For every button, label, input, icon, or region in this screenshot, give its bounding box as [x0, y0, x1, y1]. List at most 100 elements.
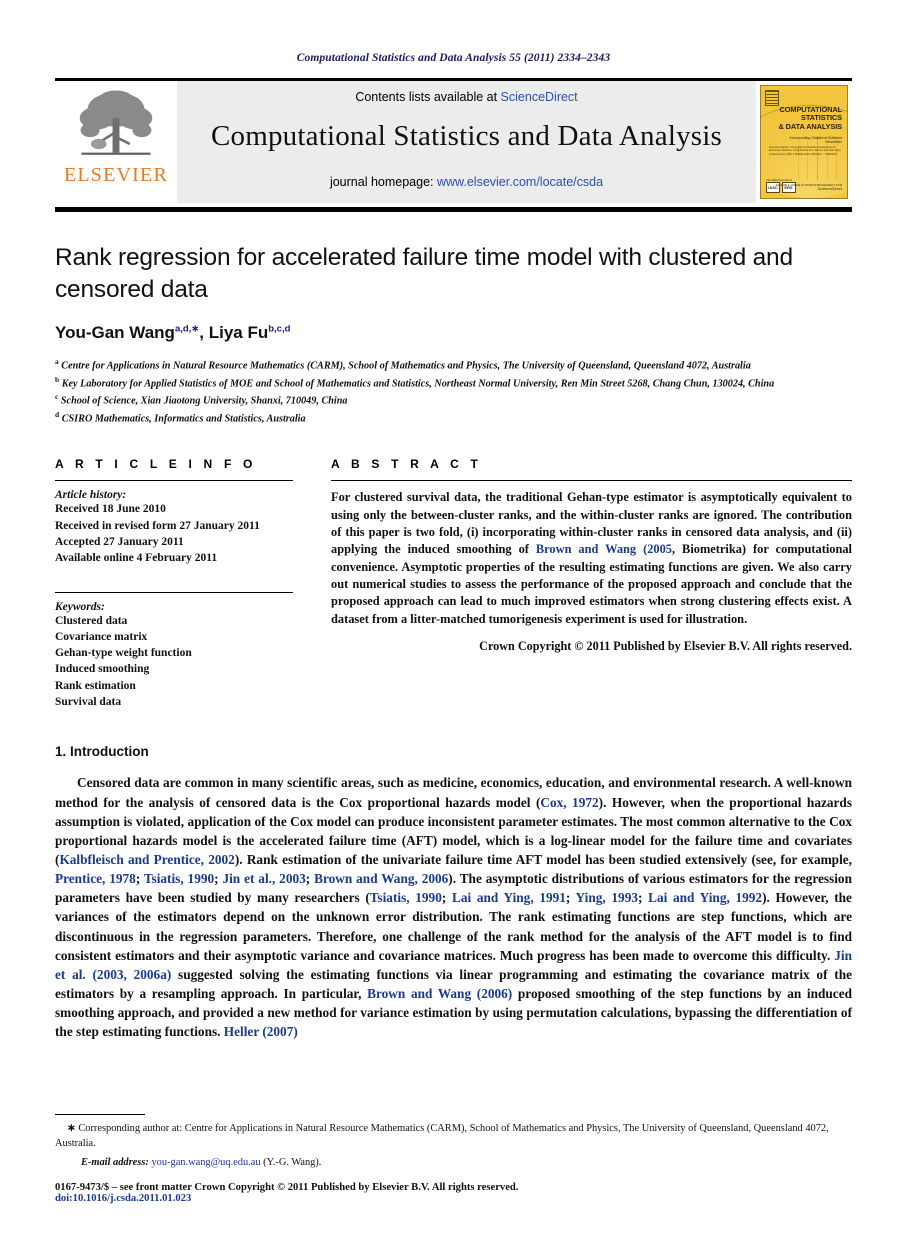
abstract-rule: [331, 480, 852, 482]
affiliation-text-c: School of Science, Xian Jiaotong Univers…: [60, 395, 348, 407]
cover-subtitle: Incorporating Statistical Software Newsl…: [789, 136, 842, 144]
affiliation-text-a: Centre for Applications in Natural Resou…: [61, 360, 751, 372]
article-info-heading: A R T I C L E I N F O: [55, 457, 257, 472]
journal-homepage-link[interactable]: www.elsevier.com/locate/csda: [437, 175, 603, 189]
affiliation-mark-b: b: [55, 374, 60, 384]
article-info-spacer: [55, 567, 293, 583]
page-footnotes: ∗ Corresponding author at: Centre for Ap…: [55, 1114, 852, 1204]
introduction-section: 1. Introduction Censored data are common…: [55, 744, 852, 1041]
issn-copyright-line: 0167-9473/$ – see front matter Crown Cop…: [55, 1182, 519, 1193]
affiliation-mark-a: a: [55, 356, 59, 366]
cover-sciencedirect-mark: AVAILABLE ONLINE AT WWW.SCIENCEDIRECT.CO…: [775, 184, 842, 192]
title-block: Rank regression for accelerated failure …: [55, 242, 852, 343]
article-history-revised: Received in revised form 27 January 2011: [55, 519, 260, 532]
email-note: E-mail address: you-gan.wang@uq.edu.au (…: [55, 1157, 852, 1168]
footnote-rule: [55, 1114, 145, 1116]
corresponding-author-text: Corresponding author at: Centre for Appl…: [55, 1123, 829, 1150]
journal-cover-box: COMPUTATIONAL STATISTICS & DATA ANALYSIS…: [756, 78, 852, 203]
keyword-item: Covariance matrix: [55, 630, 148, 643]
intro-text-j: ;: [638, 890, 649, 906]
affiliation-text-b: Key Laboratory for Applied Statistics of…: [61, 377, 775, 389]
introduction-heading: 1. Introduction: [55, 744, 149, 760]
abstract-heading: A B S T R A C T: [331, 457, 482, 472]
citation-kalbfleisch-prentice[interactable]: Kalbfleisch and Prentice, 2002: [59, 852, 234, 867]
elsevier-tree-icon: [79, 90, 153, 155]
sciencedirect-link[interactable]: ScienceDirect: [501, 90, 578, 104]
affiliation-c: c School of Science, Xian Jiaotong Unive…: [55, 392, 852, 409]
citation-cox-1972[interactable]: Cox, 1972: [540, 795, 598, 810]
intro-text-i: ;: [565, 890, 576, 906]
affiliation-mark-d: d: [55, 410, 60, 420]
introduction-paragraph-1: Censored data are common in many scienti…: [55, 773, 852, 1041]
email-label: E-mail address:: [81, 1157, 149, 1168]
intro-text-d: ;: [135, 871, 144, 887]
email-suffix: (Y.-G. Wang).: [260, 1157, 322, 1168]
article-history-online: Available online 4 February 2011: [55, 552, 218, 565]
abstract-copyright: Crown Copyright © 2011 Published by Else…: [479, 639, 852, 654]
abstract-citation-brown-wang[interactable]: Brown and Wang (2005: [536, 542, 672, 556]
keyword-item: Gehan-type weight function: [55, 647, 192, 660]
article-history-label: Article history:: [55, 489, 127, 502]
affiliation-d: d CSIRO Mathematics, Informatics and Sta…: [55, 410, 852, 427]
journal-title: Computational Statistics and Data Analys…: [210, 120, 722, 152]
affiliation-text-d: CSIRO Mathematics, Informatics and Stati…: [61, 413, 306, 425]
citation-lai-ying-1991[interactable]: Lai and Ying, 1991: [452, 890, 566, 905]
abstract-column: A B S T R A C T For clustered survival d…: [293, 457, 852, 710]
article-info-rule: [55, 480, 293, 482]
affiliation-b: b Key Laboratory for Applied Statistics …: [55, 375, 852, 392]
article-history-received: Received 18 June 2010: [55, 503, 166, 516]
citation-jin-2003[interactable]: Jin et al., 2003: [222, 871, 305, 886]
masthead-bottom-rule: [55, 207, 852, 212]
citation-brown-wang-2006-b[interactable]: Brown and Wang (2006): [367, 986, 512, 1001]
journal-masthead: ELSEVIER Contents lists available at Sci…: [55, 78, 852, 203]
citation-tsiatis-1990-b[interactable]: Tsiatis, 1990: [370, 890, 442, 905]
journal-banner: Contents lists available at ScienceDirec…: [177, 78, 756, 203]
intro-text-f: ;: [305, 871, 315, 887]
keywords-rule: [55, 591, 293, 593]
journal-cover-thumbnail: COMPUTATIONAL STATISTICS & DATA ANALYSIS…: [760, 85, 848, 199]
email-link[interactable]: you-gan.wang@uq.edu.au: [151, 1157, 260, 1168]
author-name-1: You-Gan Wang: [55, 322, 175, 342]
author-marks-2: b,c,d: [268, 323, 291, 335]
article-page: Computational Statistics and Data Analys…: [0, 0, 907, 1238]
keyword-item: Clustered data: [55, 614, 128, 627]
affiliation-a: a Centre for Applications in Natural Res…: [55, 357, 852, 374]
affiliation-list: a Centre for Applications in Natural Res…: [55, 357, 852, 428]
author-name-2: Liya Fu: [208, 322, 269, 342]
elsevier-wordmark: ELSEVIER: [63, 164, 169, 186]
running-head: Computational Statistics and Data Analys…: [296, 52, 611, 64]
author-marks-1: a,d,∗: [174, 323, 200, 335]
corresponding-author-note: ∗ Corresponding author at: Centre for Ap…: [55, 1122, 852, 1152]
author-separator: ,: [199, 322, 209, 342]
author-list: You-Gan Wanga,d,∗, Liya Fub,c,d: [55, 323, 852, 343]
keyword-item: Survival data: [55, 696, 122, 709]
cover-editors: Honorary Editors: Computational Statisti…: [769, 146, 841, 156]
elsevier-logo-box: ELSEVIER: [55, 78, 177, 203]
article-history-accepted: Accepted 27 January 2011: [55, 535, 184, 548]
cover-title: COMPUTATIONAL STATISTICS & DATA ANALYSIS: [778, 105, 842, 131]
cover-sd-word: ScienceDirect: [817, 186, 842, 192]
article-info-column: A R T I C L E I N F O Article history: R…: [55, 457, 293, 710]
citation-prentice-1978[interactable]: Prentice, 1978: [55, 871, 136, 886]
keyword-item: Induced smoothing: [55, 663, 150, 676]
keyword-item: Rank estimation: [55, 679, 136, 692]
citation-heller-2007[interactable]: Heller (2007): [224, 1024, 298, 1039]
journal-homepage-line: journal homepage: www.elsevier.com/locat…: [185, 175, 748, 189]
corresponding-author-mark: ∗: [67, 1123, 76, 1135]
citation-brown-wang-2006[interactable]: Brown and Wang, 2006: [314, 871, 448, 886]
keywords-label: Keywords:: [55, 600, 105, 613]
intro-text-c: ). Rank estimation of the univariate fai…: [234, 852, 852, 868]
doi-link[interactable]: doi:10.1016/j.csda.2011.01.023: [55, 1193, 852, 1204]
info-abstract-row: A R T I C L E I N F O Article history: R…: [55, 457, 852, 710]
citation-tsiatis-1990[interactable]: Tsiatis, 1990: [144, 871, 214, 886]
abstract-text: For clustered survival data, the traditi…: [331, 489, 852, 628]
citation-ying-1993[interactable]: Ying, 1993: [576, 890, 638, 905]
cover-title-line3: & DATA ANALYSIS: [778, 121, 842, 131]
contents-available-line: Contents lists available at ScienceDirec…: [185, 90, 748, 104]
affiliation-mark-c: c: [55, 392, 59, 402]
citation-lai-ying-1992[interactable]: Lai and Ying, 1992: [648, 890, 762, 905]
contents-prefix: Contents lists available at: [355, 90, 501, 104]
cover-publisher-mark: [765, 90, 779, 106]
intro-text-h: ;: [441, 890, 452, 906]
homepage-prefix: journal homepage:: [329, 175, 437, 189]
